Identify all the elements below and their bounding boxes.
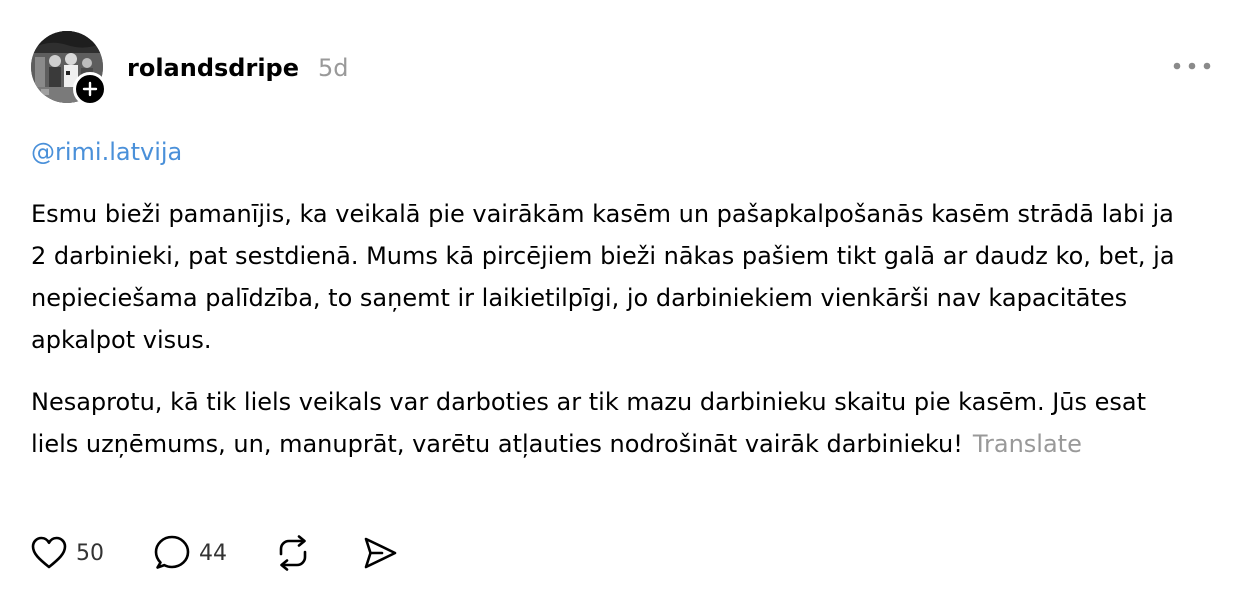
post-header: rolandsdripe 5d <box>127 50 349 86</box>
post-text-paragraph-1: Esmu bieži pamanījis, ka veikalā pie vai… <box>31 200 1175 354</box>
repost-icon <box>274 535 312 571</box>
reply-count: 44 <box>199 540 227 566</box>
reply-button[interactable]: 44 <box>154 535 227 571</box>
post-timestamp[interactable]: 5d <box>318 54 349 82</box>
comment-bubble-icon <box>154 535 190 571</box>
thread-post: rolandsdripe 5d @rimi.latvija Esmu bieži… <box>0 0 1237 589</box>
repost-button[interactable] <box>274 535 312 571</box>
follow-button[interactable] <box>73 72 107 106</box>
like-button[interactable]: 50 <box>31 536 104 570</box>
plus-icon <box>82 81 98 97</box>
username-link[interactable]: rolandsdripe <box>127 54 299 82</box>
action-bar: 50 44 <box>31 531 398 575</box>
share-button[interactable] <box>362 536 398 570</box>
send-icon <box>362 536 398 570</box>
post-text-paragraph-2: Nesaprotu, kā tik liels veikals var darb… <box>31 381 1196 465</box>
like-count: 50 <box>76 540 104 566</box>
more-dots-icon <box>1173 62 1211 70</box>
mention-link[interactable]: @rimi.latvija <box>31 135 182 169</box>
avatar-container[interactable] <box>31 31 107 106</box>
translate-link[interactable]: Translate <box>973 430 1082 458</box>
heart-icon <box>31 536 67 570</box>
more-options-button[interactable] <box>1168 52 1216 80</box>
